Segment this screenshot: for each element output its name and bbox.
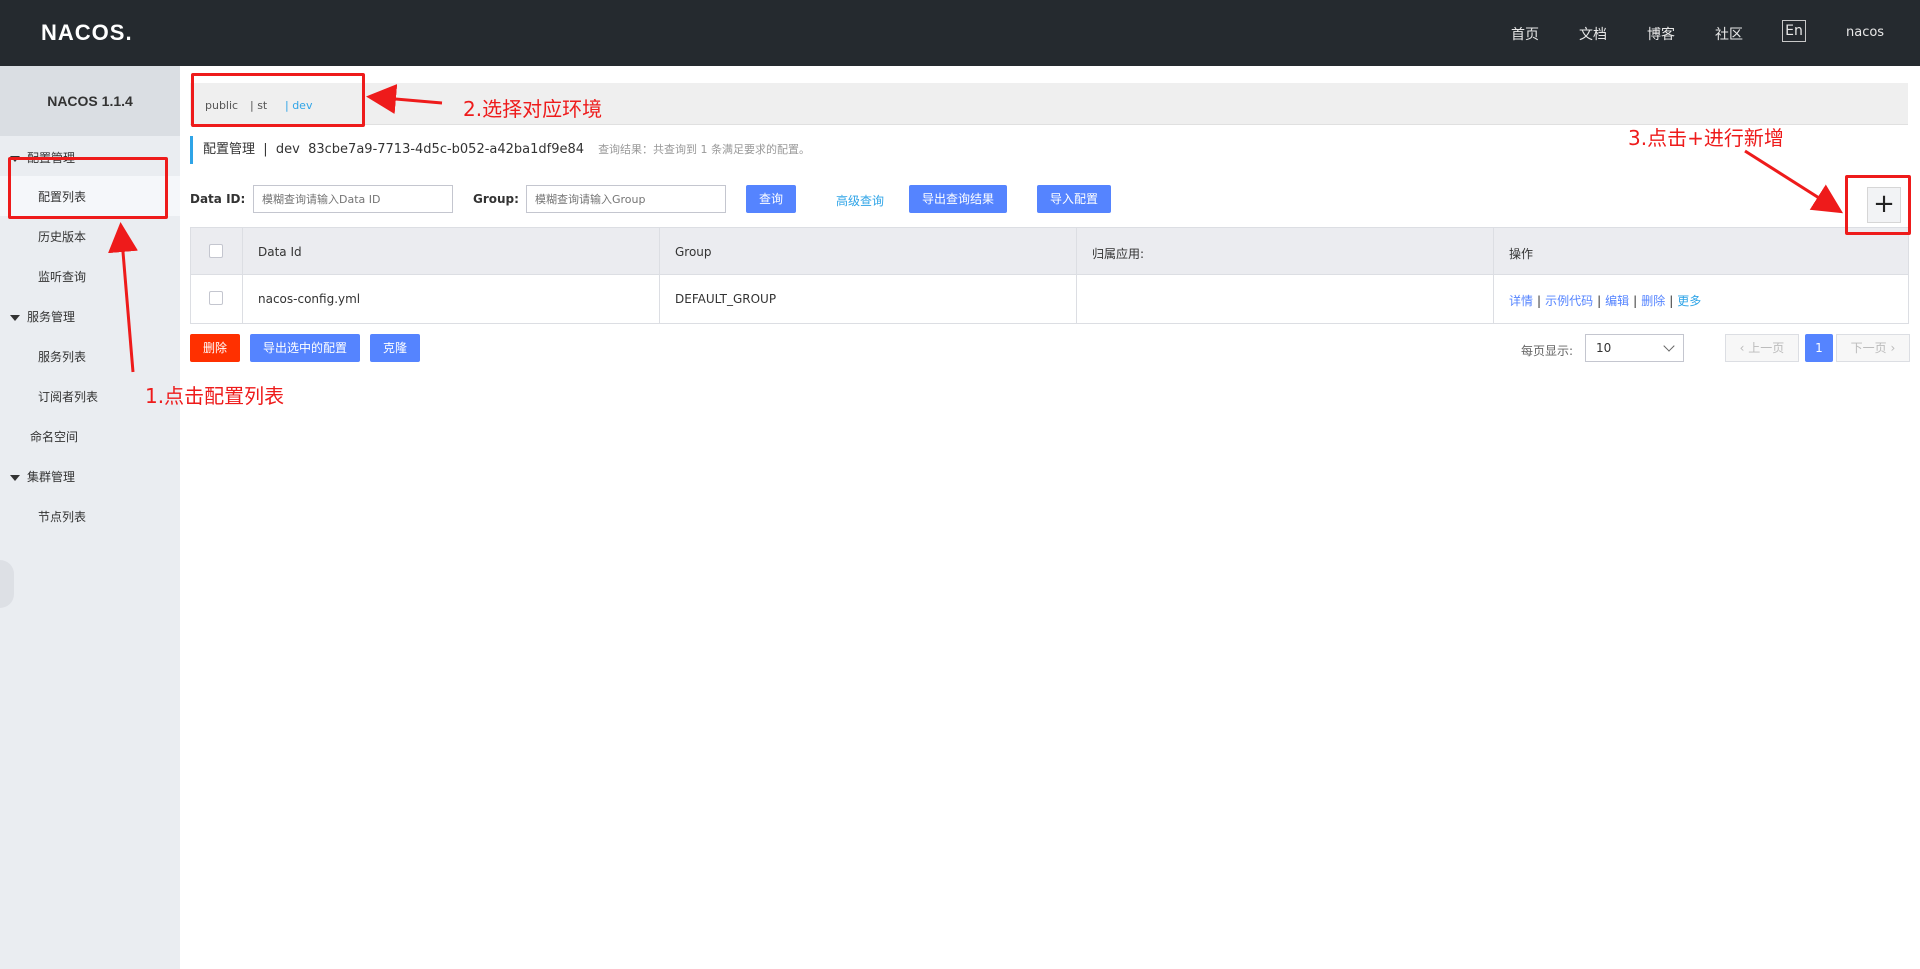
dataid-label: Data ID:: [190, 192, 246, 206]
column-header-ops: 操作: [1509, 247, 1534, 261]
group-label: Group:: [473, 192, 519, 206]
top-header: NACOS. 首页 文档 博客 社区 En nacos: [0, 0, 1920, 66]
annotation-box-namespace: [191, 73, 365, 127]
column-divider: [1076, 228, 1077, 323]
op-delete-link[interactable]: 删除: [1641, 294, 1665, 308]
config-table: Data Id Group 归属应用: 操作 nacos-config.yml …: [190, 227, 1909, 324]
chevron-right-icon: ›: [1886, 341, 1896, 355]
annotation-box-config-list: [8, 157, 168, 219]
page-size-label: 每页显示:: [1521, 344, 1574, 358]
page-title: 配置管理 | dev 83cbe7a9-7713-4d5c-b052-a42ba…: [190, 136, 810, 164]
annotation-step2: 2.选择对应环境: [463, 97, 603, 121]
language-toggle[interactable]: En: [1782, 20, 1806, 42]
user-name[interactable]: nacos: [1846, 25, 1884, 40]
caret-down-icon: [10, 314, 20, 321]
sidebar-group-cluster[interactable]: 集群管理: [10, 468, 75, 485]
sidebar-item-listen[interactable]: 监听查询: [38, 268, 86, 285]
annotation-step1: 1.点击配置列表: [145, 384, 285, 408]
caret-down-icon: [10, 474, 20, 481]
row-group: DEFAULT_GROUP: [675, 292, 777, 306]
sidebar-item-namespace[interactable]: 命名空间: [30, 428, 78, 445]
column-divider: [242, 228, 243, 323]
column-header-dataid: Data Id: [258, 245, 302, 259]
sidebar-item-subscriber-list[interactable]: 订阅者列表: [38, 388, 98, 405]
query-button[interactable]: 查询: [746, 185, 796, 213]
sidebar-item-history[interactable]: 历史版本: [38, 228, 86, 245]
export-selected-button[interactable]: 导出选中的配置: [250, 334, 360, 362]
op-more-link[interactable]: 更多: [1677, 294, 1701, 308]
column-divider: [659, 228, 660, 323]
chevron-left-icon: ‹: [1739, 341, 1749, 355]
sidebar-item-node-list[interactable]: 节点列表: [38, 508, 86, 525]
annotation-box-add: [1845, 175, 1911, 235]
sidebar-item-service-list[interactable]: 服务列表: [38, 348, 86, 365]
sidebar-title: NACOS 1.1.4: [0, 66, 180, 136]
select-all-checkbox[interactable]: [209, 244, 223, 258]
op-sample-code-link[interactable]: 示例代码: [1545, 294, 1593, 308]
query-result-hint: 查询结果：共查询到 1 条满足要求的配置。: [598, 143, 811, 156]
nav-home[interactable]: 首页: [1511, 24, 1539, 44]
nav-blog[interactable]: 博客: [1647, 24, 1675, 44]
op-detail-link[interactable]: 详情: [1509, 294, 1533, 308]
op-edit-link[interactable]: 编辑: [1605, 294, 1629, 308]
sidebar-group-service[interactable]: 服务管理: [10, 308, 75, 325]
row-dataid: nacos-config.yml: [258, 292, 361, 306]
export-query-button[interactable]: 导出查询结果: [909, 185, 1007, 213]
import-config-button[interactable]: 导入配置: [1037, 185, 1111, 213]
row-checkbox[interactable]: [209, 291, 223, 305]
row-operations: 详情 | 示例代码 | 编辑 | 删除 | 更多: [1509, 294, 1702, 308]
sidebar-collapse-handle[interactable]: [0, 560, 14, 608]
namespace-bar: public | st | dev: [190, 83, 1908, 125]
page-title-text: 配置管理 | dev 83cbe7a9-7713-4d5c-b052-a42ba…: [203, 142, 585, 157]
column-divider: [1493, 228, 1494, 323]
advanced-query-link[interactable]: 高级查询: [836, 192, 884, 209]
page-size-select[interactable]: 10: [1585, 334, 1684, 362]
clone-button[interactable]: 克隆: [370, 334, 420, 362]
annotation-step3: 3.点击+进行新增: [1628, 126, 1784, 150]
column-header-app: 归属应用:: [1092, 247, 1145, 261]
table-header: [191, 228, 1908, 275]
column-header-group: Group: [675, 245, 712, 259]
prev-page-button[interactable]: ‹ 上一页: [1725, 334, 1799, 362]
group-input[interactable]: [526, 185, 726, 213]
chevron-down-icon: [1663, 340, 1675, 352]
nav-docs[interactable]: 文档: [1579, 24, 1607, 44]
next-page-button[interactable]: 下一页 ›: [1836, 334, 1910, 362]
page-number-current[interactable]: 1: [1805, 334, 1833, 362]
arrow-step3: [1744, 149, 1844, 214]
nav-community[interactable]: 社区: [1715, 24, 1743, 44]
dataid-input[interactable]: [253, 185, 453, 213]
delete-button[interactable]: 删除: [190, 334, 240, 362]
nacos-logo[interactable]: NACOS.: [41, 20, 133, 46]
